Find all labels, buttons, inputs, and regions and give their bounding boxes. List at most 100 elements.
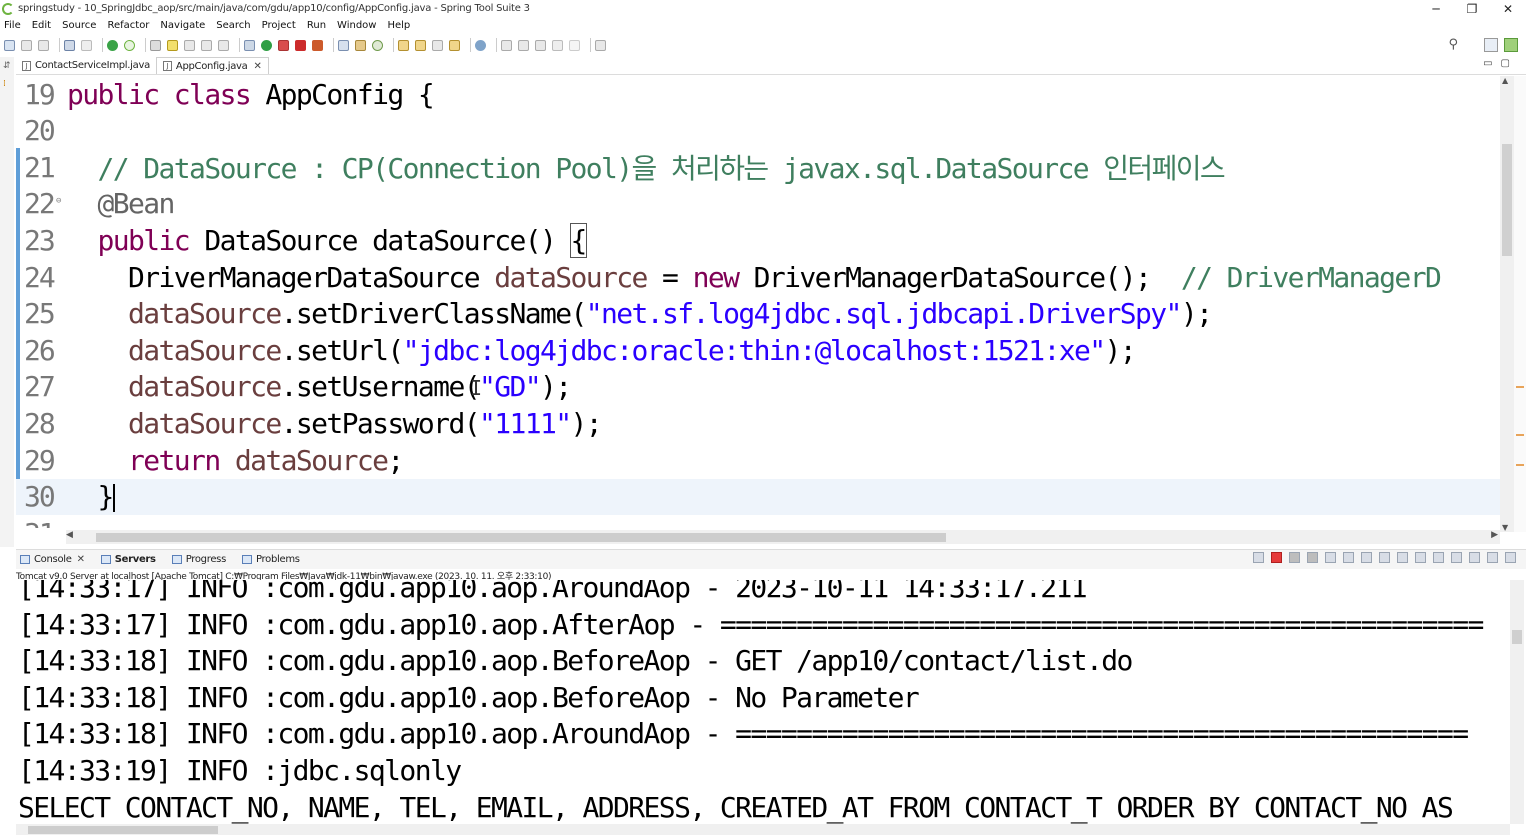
scroll-down-icon[interactable]: ▼ [1502, 523, 1508, 532]
code-line[interactable]: 25 dataSource.setDriverClassName("net.sf… [16, 296, 1500, 332]
back-icon[interactable] [552, 39, 563, 51]
overview-marker[interactable] [1516, 434, 1524, 436]
scrollbar-thumb[interactable] [96, 533, 946, 542]
open-task-icon[interactable] [449, 39, 460, 51]
console-horizontal-scrollbar[interactable] [16, 824, 1510, 835]
forward-icon[interactable] [569, 39, 580, 51]
code-line[interactable]: 26 dataSource.setUrl("jdbc:log4jdbc:orac… [16, 332, 1500, 368]
tab-appconfig[interactable]: J AppConfig.java ✕ [155, 57, 269, 74]
pin-console-icon[interactable] [1253, 552, 1264, 563]
show-on-output-icon[interactable] [1379, 552, 1390, 563]
open-type-icon[interactable] [398, 39, 409, 51]
overview-marker[interactable] [1516, 386, 1524, 388]
spring-perspective-icon[interactable] [1504, 37, 1518, 52]
scroll-up-icon[interactable]: ▲ [1502, 76, 1508, 85]
tab-console[interactable]: Console ✕ [16, 554, 85, 565]
menu-edit[interactable]: Edit [32, 20, 51, 31]
run-icon[interactable] [261, 39, 272, 51]
stop-icon[interactable] [295, 39, 306, 51]
restore-view-icon[interactable]: ⇵ [3, 61, 11, 71]
menu-help[interactable]: Help [387, 20, 410, 31]
last-edit-location-icon[interactable] [535, 39, 546, 51]
remove-all-launches-icon[interactable] [1307, 552, 1318, 563]
new-class-icon[interactable] [372, 39, 383, 51]
external-tools-icon[interactable] [278, 39, 289, 51]
pin-icon[interactable] [150, 39, 161, 51]
tab-contactserviceimpl[interactable]: J ContactServiceImpl.java [16, 57, 156, 74]
open-perspective-icon[interactable] [1484, 37, 1498, 52]
word-wrap-icon[interactable] [1361, 552, 1372, 563]
tab-progress[interactable]: Progress [168, 554, 226, 565]
skip-breakpoints-icon[interactable] [81, 39, 92, 51]
code-line[interactable]: 29 return dataSource; [16, 442, 1500, 478]
tab-problems[interactable]: Problems [238, 554, 300, 565]
menu-run[interactable]: Run [307, 20, 326, 31]
remove-launch-icon[interactable] [1289, 552, 1300, 563]
maximize-view-icon[interactable] [1505, 552, 1516, 563]
code-line[interactable]: 30 } [16, 478, 1500, 515]
code-line[interactable]: 24 DriverManagerDataSource dataSource = … [16, 259, 1500, 295]
scrollbar-thumb[interactable] [1512, 630, 1522, 644]
close-window-button[interactable]: ✕ [1490, 0, 1526, 17]
word-wrap-icon[interactable] [201, 39, 212, 51]
code-line[interactable]: 20 [16, 113, 1500, 149]
console-output[interactable]: [14:33:17] INFO :com.gdu.app10.aop.Aroun… [16, 580, 1510, 824]
clear-console-icon[interactable] [1325, 552, 1336, 563]
scroll-right-icon[interactable]: ▶ [1491, 530, 1498, 540]
save-all-icon[interactable] [38, 39, 49, 51]
editor-vertical-scrollbar[interactable]: ▲ ▼ [1500, 76, 1514, 532]
code-line[interactable]: 28 dataSource.setPassword("1111"); [16, 405, 1500, 441]
next-annotation-icon[interactable] [501, 39, 512, 51]
spring-boot-dashboard-icon[interactable] [124, 39, 135, 51]
new-package-icon[interactable] [355, 39, 366, 51]
menu-navigate[interactable]: Navigate [160, 20, 205, 31]
editor-horizontal-scrollbar[interactable]: ◀ ▶ [66, 530, 1500, 544]
previous-annotation-icon[interactable] [518, 39, 529, 51]
minimize-button[interactable]: ─ [1418, 0, 1454, 17]
close-tab-icon[interactable]: ✕ [77, 554, 85, 565]
coverage-icon[interactable] [312, 39, 323, 51]
display-selected-console-icon[interactable] [1433, 552, 1444, 563]
console-vertical-scrollbar[interactable] [1510, 580, 1524, 824]
minimize-view-icon[interactable] [1487, 552, 1498, 563]
code-editor[interactable]: 19 public class AppConfig {20 21 // DataSo… [16, 76, 1500, 528]
edit-icon[interactable] [432, 39, 443, 51]
tab-servers[interactable]: Servers [97, 554, 156, 565]
overview-marker[interactable] [1516, 464, 1524, 466]
save-icon[interactable] [21, 39, 32, 51]
web-browser-icon[interactable] [475, 39, 486, 51]
new-console-icon[interactable] [1451, 552, 1462, 563]
start-server-icon[interactable] [107, 39, 118, 51]
debug-icon[interactable] [244, 39, 255, 51]
menu-file[interactable]: File [4, 20, 21, 31]
menu-project[interactable]: Project [262, 20, 296, 31]
view-menu-icon[interactable] [1469, 552, 1480, 563]
open-folder-icon[interactable] [415, 39, 426, 51]
block-selection-icon[interactable] [184, 39, 195, 51]
scrollbar-thumb[interactable] [1502, 144, 1512, 256]
scroll-left-icon[interactable]: ◀ [66, 530, 73, 540]
scroll-lock-icon[interactable] [1343, 552, 1354, 563]
mark-occurrences-icon[interactable] [167, 39, 178, 51]
pin-editor-icon[interactable] [595, 39, 606, 51]
search-icon[interactable]: ⚲ [1448, 37, 1458, 52]
menu-source[interactable]: Source [62, 20, 96, 31]
editor-min-max-controls[interactable]: ▭▢ [1483, 58, 1518, 69]
restore-button[interactable]: ❐ [1454, 0, 1490, 17]
show-whitespace-icon[interactable] [218, 39, 229, 51]
new-java-project-icon[interactable] [338, 39, 349, 51]
menu-window[interactable]: Window [337, 20, 376, 31]
show-on-error-icon[interactable] [1397, 552, 1408, 563]
terminal-icon[interactable] [64, 39, 75, 51]
terminate-icon[interactable] [1271, 552, 1282, 563]
package-explorer-icon[interactable]: ⁞ [3, 79, 6, 89]
new-icon[interactable] [4, 39, 15, 51]
menu-refactor[interactable]: Refactor [107, 20, 149, 31]
code-line[interactable]: 19 public class AppConfig { [16, 76, 1500, 112]
code-line[interactable]: 31 [16, 515, 1500, 528]
code-line[interactable]: 27 dataSource.setUsername("GD"); [16, 369, 1500, 405]
code-line[interactable]: 22 ⊖ @Bean [16, 186, 1500, 222]
fold-toggle-icon[interactable]: ⊖ [56, 196, 61, 206]
menu-search[interactable]: Search [216, 20, 250, 31]
open-console-icon[interactable] [1415, 552, 1426, 563]
